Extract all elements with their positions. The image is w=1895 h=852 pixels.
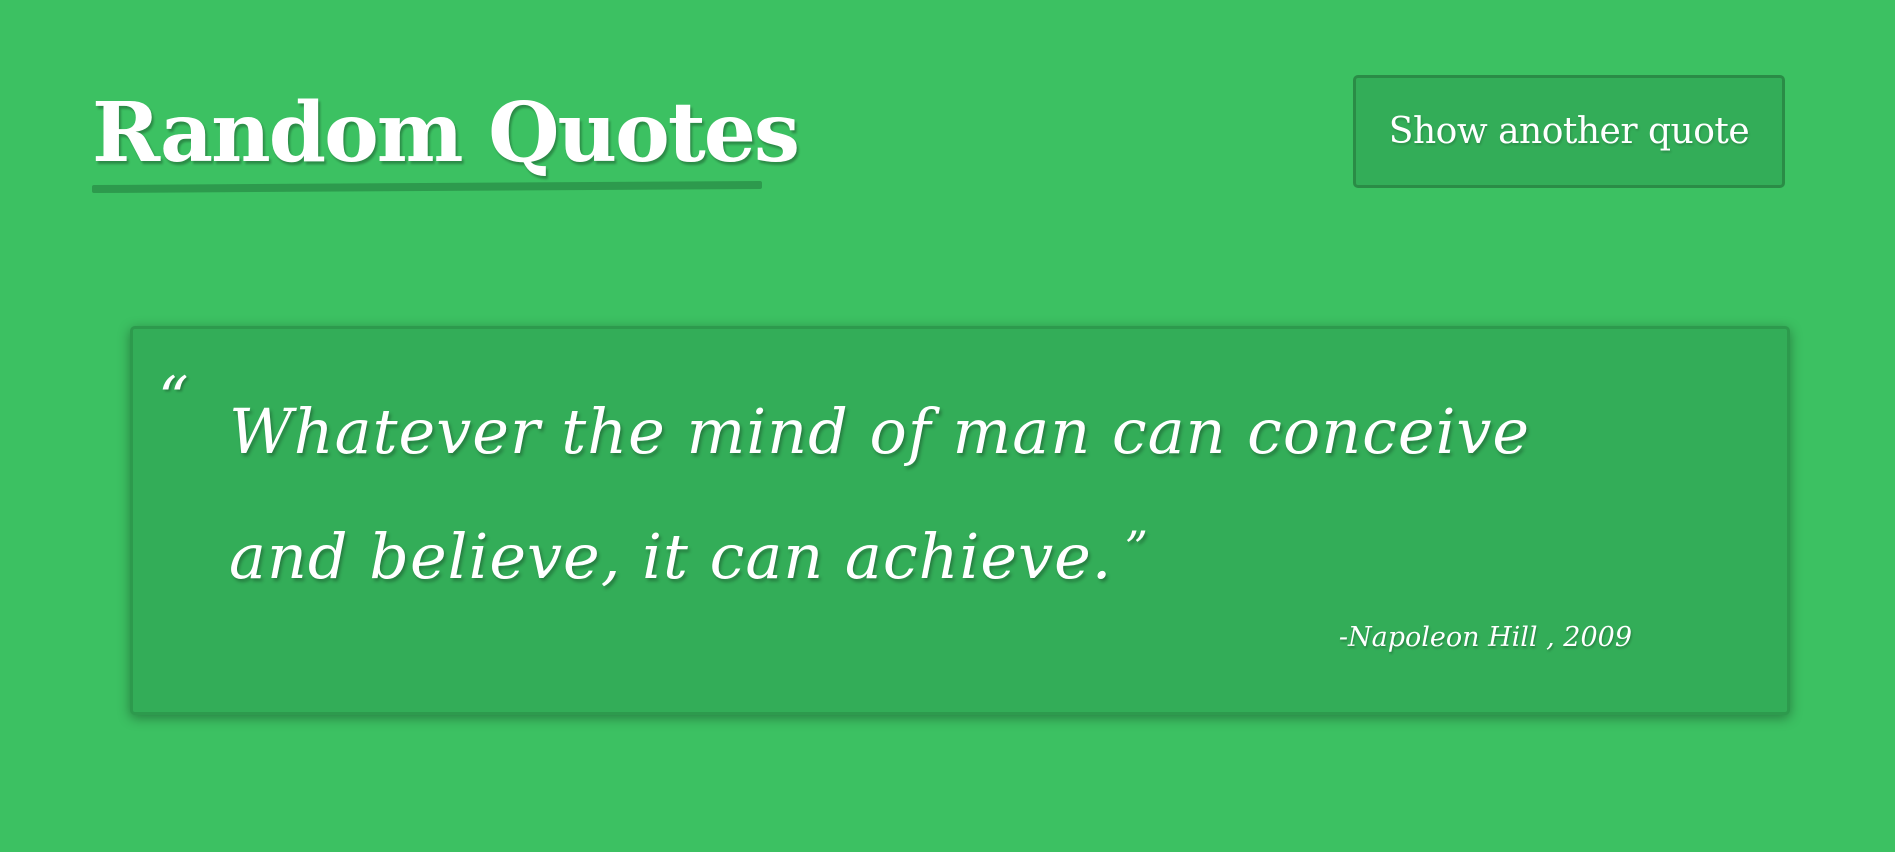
page-title: Random Quotes xyxy=(92,85,800,181)
quote-card: “ Whatever the mind of man can conceive … xyxy=(130,326,1790,715)
quote-author: -Napoleon Hill , 2009 xyxy=(1338,622,1632,653)
close-quote-icon: ” xyxy=(1124,521,1150,575)
quote-body: Whatever the mind of man can conceive an… xyxy=(229,373,1589,615)
app-root: { "header": { "title": "Random Quotes", … xyxy=(0,0,1895,852)
quote-text: Whatever the mind of man can conceive an… xyxy=(229,395,1531,593)
show-another-quote-button[interactable]: Show another quote xyxy=(1353,75,1785,188)
open-quote-icon: “ xyxy=(158,364,189,434)
